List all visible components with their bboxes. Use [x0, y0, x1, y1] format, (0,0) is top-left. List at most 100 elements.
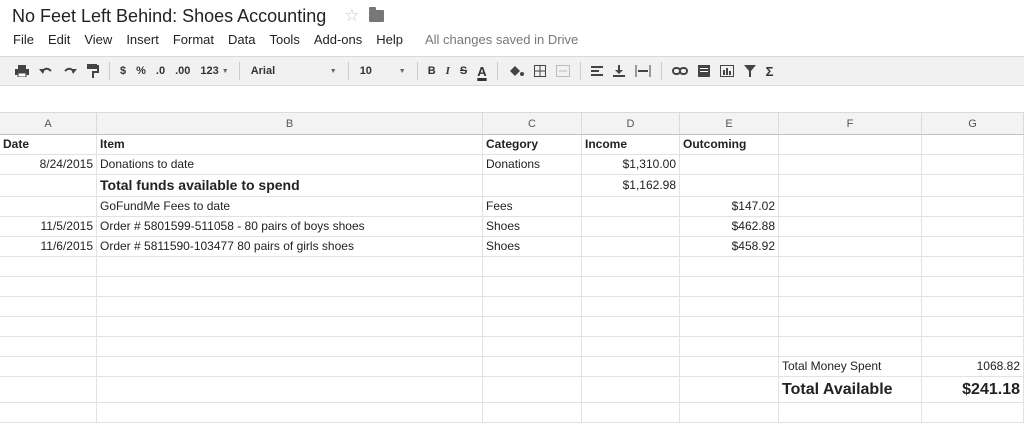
menu-insert[interactable]: Insert [126, 32, 159, 47]
cell-g10[interactable] [922, 317, 1024, 337]
cell-e3[interactable] [680, 175, 779, 197]
cell-c10[interactable] [483, 317, 582, 337]
cell-d13[interactable] [582, 377, 680, 403]
cell-g11[interactable] [922, 337, 1024, 357]
vertical-align-icon[interactable] [608, 60, 630, 82]
filter-icon[interactable] [739, 60, 761, 82]
percent-format-button[interactable]: % [131, 60, 151, 82]
cell-g8[interactable] [922, 277, 1024, 297]
cell-d2[interactable]: $1,310.00 [582, 155, 680, 175]
cell-b8[interactable] [97, 277, 483, 297]
cell-e14[interactable] [680, 403, 779, 423]
document-title[interactable]: No Feet Left Behind: Shoes Accounting [12, 6, 326, 27]
cell-d14[interactable] [582, 403, 680, 423]
cell-b3[interactable]: Total funds available to spend [97, 175, 483, 197]
cell-c1[interactable]: Category [483, 135, 582, 155]
column-header-a[interactable]: A [0, 113, 97, 135]
menu-help[interactable]: Help [376, 32, 403, 47]
menu-format[interactable]: Format [173, 32, 214, 47]
cell-e1[interactable]: Outcoming [680, 135, 779, 155]
cell-f4[interactable] [779, 197, 922, 217]
cell-f14[interactable] [779, 403, 922, 423]
cell-b9[interactable] [97, 297, 483, 317]
cell-g12[interactable]: 1068.82 [922, 357, 1024, 377]
cell-c7[interactable] [483, 257, 582, 277]
cell-a14[interactable] [0, 403, 97, 423]
cell-b12[interactable] [97, 357, 483, 377]
cell-a1[interactable]: Date [0, 135, 97, 155]
decrease-decimal-button[interactable]: .0 [151, 60, 170, 82]
cell-a4[interactable] [0, 197, 97, 217]
cell-a12[interactable] [0, 357, 97, 377]
cell-e5[interactable]: $462.88 [680, 217, 779, 237]
cell-b2[interactable]: Donations to date [97, 155, 483, 175]
more-formats-button[interactable]: 123 ▼ [195, 60, 233, 82]
cell-f7[interactable] [779, 257, 922, 277]
cell-g5[interactable] [922, 217, 1024, 237]
cell-g1[interactable] [922, 135, 1024, 155]
cell-d3[interactable]: $1,162.98 [582, 175, 680, 197]
cell-f13[interactable]: Total Available [779, 377, 922, 403]
cell-g6[interactable] [922, 237, 1024, 257]
cell-g9[interactable] [922, 297, 1024, 317]
borders-icon[interactable] [529, 60, 551, 82]
cell-d8[interactable] [582, 277, 680, 297]
cell-a11[interactable] [0, 337, 97, 357]
cell-f10[interactable] [779, 317, 922, 337]
cell-f12[interactable]: Total Money Spent [779, 357, 922, 377]
cell-b14[interactable] [97, 403, 483, 423]
save-status[interactable]: All changes saved in Drive [425, 32, 578, 47]
cell-a13[interactable] [0, 377, 97, 403]
cell-a8[interactable] [0, 277, 97, 297]
cell-e4[interactable]: $147.02 [680, 197, 779, 217]
currency-format-button[interactable]: $ [115, 60, 131, 82]
cell-d7[interactable] [582, 257, 680, 277]
cell-a5[interactable]: 11/5/2015 [0, 217, 97, 237]
italic-button[interactable]: I [441, 60, 455, 82]
cell-c9[interactable] [483, 297, 582, 317]
text-color-button[interactable]: A [472, 60, 491, 82]
menu-file[interactable]: File [13, 32, 34, 47]
cell-d1[interactable]: Income [582, 135, 680, 155]
cell-a6[interactable]: 11/6/2015 [0, 237, 97, 257]
cell-d9[interactable] [582, 297, 680, 317]
menu-view[interactable]: View [84, 32, 112, 47]
cell-d4[interactable] [582, 197, 680, 217]
cell-e7[interactable] [680, 257, 779, 277]
cell-c8[interactable] [483, 277, 582, 297]
menu-tools[interactable]: Tools [269, 32, 299, 47]
cell-d5[interactable] [582, 217, 680, 237]
cell-f3[interactable] [779, 175, 922, 197]
cell-a10[interactable] [0, 317, 97, 337]
column-header-e[interactable]: E [680, 113, 779, 135]
formula-bar[interactable] [0, 87, 1024, 113]
cell-g7[interactable] [922, 257, 1024, 277]
redo-icon[interactable] [58, 60, 82, 82]
column-header-g[interactable]: G [922, 113, 1024, 135]
cell-a9[interactable] [0, 297, 97, 317]
print-icon[interactable] [10, 60, 34, 82]
cell-e12[interactable] [680, 357, 779, 377]
increase-decimal-button[interactable]: .00 [170, 60, 195, 82]
menu-addons[interactable]: Add-ons [314, 32, 362, 47]
chart-icon[interactable] [715, 60, 739, 82]
align-left-icon[interactable] [586, 60, 608, 82]
undo-icon[interactable] [34, 60, 58, 82]
cell-a2[interactable]: 8/24/2015 [0, 155, 97, 175]
bold-button[interactable]: B [423, 60, 441, 82]
menu-data[interactable]: Data [228, 32, 255, 47]
cell-d11[interactable] [582, 337, 680, 357]
cell-f5[interactable] [779, 217, 922, 237]
cell-c14[interactable] [483, 403, 582, 423]
column-header-f[interactable]: F [779, 113, 922, 135]
cell-a7[interactable] [0, 257, 97, 277]
cell-d12[interactable] [582, 357, 680, 377]
cell-c12[interactable] [483, 357, 582, 377]
cell-e2[interactable] [680, 155, 779, 175]
font-family-select[interactable]: Arial ▼ [245, 60, 343, 82]
column-header-b[interactable]: B [97, 113, 483, 135]
column-header-c[interactable]: C [483, 113, 582, 135]
cell-a3[interactable] [0, 175, 97, 197]
menu-edit[interactable]: Edit [48, 32, 70, 47]
cell-b4[interactable]: GoFundMe Fees to date [97, 197, 483, 217]
